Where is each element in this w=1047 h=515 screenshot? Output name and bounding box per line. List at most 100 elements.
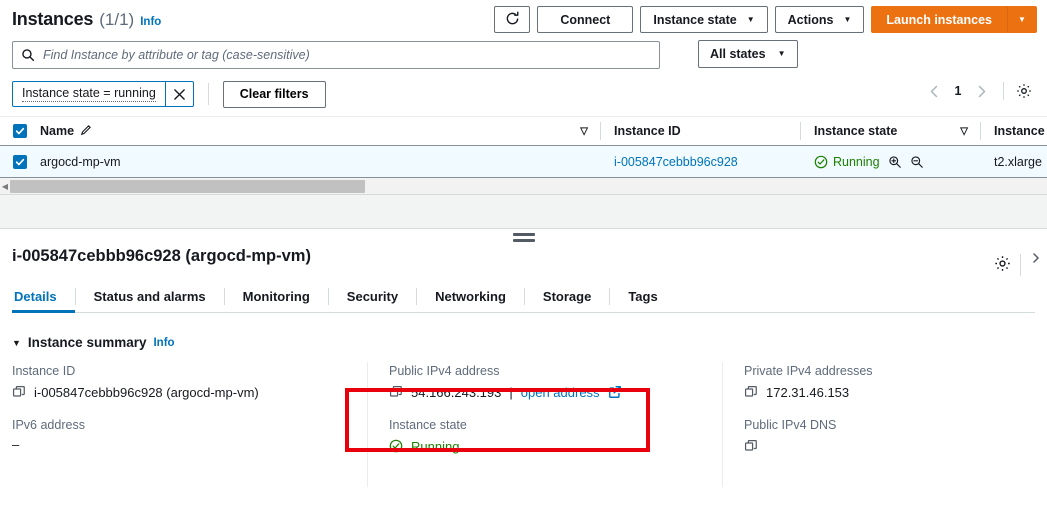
tab-networking[interactable]: Networking [417,280,524,312]
column-header-instance-type-label: Instance ty [994,124,1047,138]
tab-networking-label: Networking [435,288,506,304]
table-settings-gear-icon[interactable] [1013,80,1035,102]
column-divider [600,122,601,140]
all-states-dropdown[interactable]: All states ▼ [698,40,798,68]
zoom-out-icon[interactable] [910,155,924,169]
sort-icon-instance-state[interactable]: ▽ [960,126,968,137]
detail-tabs: Details Status and alarms Monitoring Sec… [12,280,1035,313]
field-public-ipv4-address: Public IPv4 address 54.166.243.193 | ope… [389,364,722,401]
column-header-name[interactable]: Name ▽ [40,117,600,145]
column-header-instance-state[interactable]: Instance state ▽ [800,117,980,145]
panel-settings-gear-icon[interactable] [994,255,1011,277]
field-instance-state-value: Running [389,437,722,455]
search-icon [21,48,35,62]
page-title-count: (1/1) [99,9,135,29]
page-title: Instances (1/1) Info [12,9,161,30]
copy-icon[interactable] [744,439,758,453]
panel-resize-handle[interactable] [512,233,535,245]
panel-header-divider [1020,254,1021,276]
column-header-instance-state-label: Instance state [814,124,898,138]
clear-filters-button[interactable]: Clear filters [222,80,326,108]
filter-token-remove-icon[interactable] [164,82,193,106]
pagination-prev-button[interactable] [922,79,946,103]
external-link-icon[interactable] [608,385,622,399]
tab-tags[interactable]: Tags [610,280,675,312]
refresh-button[interactable] [494,6,531,33]
pagination-page-1[interactable]: 1 [948,84,968,98]
field-instance-id-value: i-005847cebbb96c928 (argocd-mp-vm) [12,383,367,401]
launch-instances-button[interactable]: Launch instances [871,6,1007,33]
copy-icon[interactable] [744,385,758,399]
cell-name: argocd-mp-vm [40,154,121,169]
actions-dropdown[interactable]: Actions ▼ [774,6,865,33]
collapse-triangle-icon[interactable]: ▼ [12,338,21,348]
tab-monitoring[interactable]: Monitoring [225,280,328,312]
search-input[interactable]: Find Instance by attribute or tag (case-… [12,41,660,69]
field-public-ipv4-address-label: Public IPv4 address [389,364,500,378]
field-private-ipv4-addresses-text: 172.31.46.153 [766,384,850,400]
header-toolbar: Connect Instance state ▼ Actions ▼ Launc… [494,6,1037,33]
select-all-checkbox[interactable] [13,124,27,138]
summary-column-3: Private IPv4 addresses 172.31.46.153 Pub… [722,362,1032,487]
copy-icon[interactable] [389,385,403,399]
summary-column-2: Public IPv4 address 54.166.243.193 | ope… [367,362,722,487]
column-header-instance-id[interactable]: Instance ID [600,117,800,145]
field-public-ipv4-dns: Public IPv4 DNS [744,418,1032,455]
header-info-link[interactable]: Info [140,16,161,28]
field-instance-id-text: i-005847cebbb96c928 (argocd-mp-vm) [34,384,259,400]
launch-instances-dropdown[interactable]: ▼ [1007,6,1037,33]
instances-table: Name ▽ Instance ID Instance state ▽ Inst… [0,116,1047,195]
edit-pencil-icon[interactable] [80,124,92,139]
tab-details-label: Details [14,288,57,304]
panel-overflow-icon[interactable] [1033,251,1047,275]
table-header-row: Name ▽ Instance ID Instance state ▽ Inst… [0,116,1047,146]
row-checkbox[interactable] [13,154,27,169]
scrollbar-thumb[interactable] [10,179,365,193]
instance-state-dropdown[interactable]: Instance state ▼ [640,6,768,33]
status-badge-label: Running [833,154,880,169]
cell-instance-id[interactable]: i-005847cebbb96c928 [600,155,800,169]
chevron-down-icon: ▼ [1018,14,1026,24]
table-horizontal-scrollbar[interactable]: ◀ [0,178,1047,195]
status-badge: Running [814,155,880,169]
field-public-ipv4-address-text: 54.166.243.193 [411,384,502,400]
scroll-left-arrow-icon[interactable]: ◀ [0,178,10,195]
column-header-instance-type[interactable]: Instance ty [980,117,1047,145]
filter-token-text: Instance state = running [22,86,156,102]
filter-divider [207,83,209,105]
tab-security-label: Security [346,288,399,304]
filter-token-label: Instance state = running [13,82,165,106]
tab-tags-label: Tags [628,288,658,304]
chevron-down-icon: ▼ [746,14,755,24]
column-divider [367,362,368,487]
panel-spacer [0,195,1047,228]
connect-button[interactable]: Connect [537,6,634,33]
chevron-down-icon: ▼ [843,14,852,24]
tab-status-and-alarms[interactable]: Status and alarms [76,280,224,312]
summary-column-1: Instance ID i-005847cebbb96c928 (argocd-… [12,364,367,472]
column-divider [722,362,723,487]
actions-dropdown-label: Actions [787,12,834,27]
field-instance-id-label: Instance ID [12,364,76,378]
pagination-next-button[interactable] [970,79,994,103]
instance-detail-panel: i-005847cebbb96c928 (argocd-mp-vm) Detai… [0,228,1047,507]
row-select-cell [0,154,40,169]
search-row: Find Instance by attribute or tag (case-… [12,40,1035,70]
search-input-placeholder: Find Instance by attribute or tag (case-… [43,48,310,62]
table-row[interactable]: argocd-mp-vm i-005847cebbb96c928 Running [0,146,1047,178]
tab-storage[interactable]: Storage [525,280,609,312]
tab-security[interactable]: Security [329,280,416,312]
field-instance-id: Instance ID i-005847cebbb96c928 (argocd-… [12,364,367,401]
sort-icon-name[interactable]: ▽ [580,126,588,137]
copy-icon[interactable] [12,385,26,399]
column-header-instance-id-label: Instance ID [614,124,681,138]
open-address-link[interactable]: open address [521,385,600,400]
cell-instance-type: t2.xlarge [994,154,1042,169]
field-public-ipv4-dns-value [744,437,1032,455]
tab-details[interactable]: Details [12,280,75,313]
chevron-down-icon: ▼ [777,49,786,58]
zoom-in-icon[interactable] [888,155,902,169]
drag-bar [512,233,535,236]
instance-summary-info-link[interactable]: Info [153,337,174,349]
filter-token[interactable]: Instance state = running [12,81,194,107]
